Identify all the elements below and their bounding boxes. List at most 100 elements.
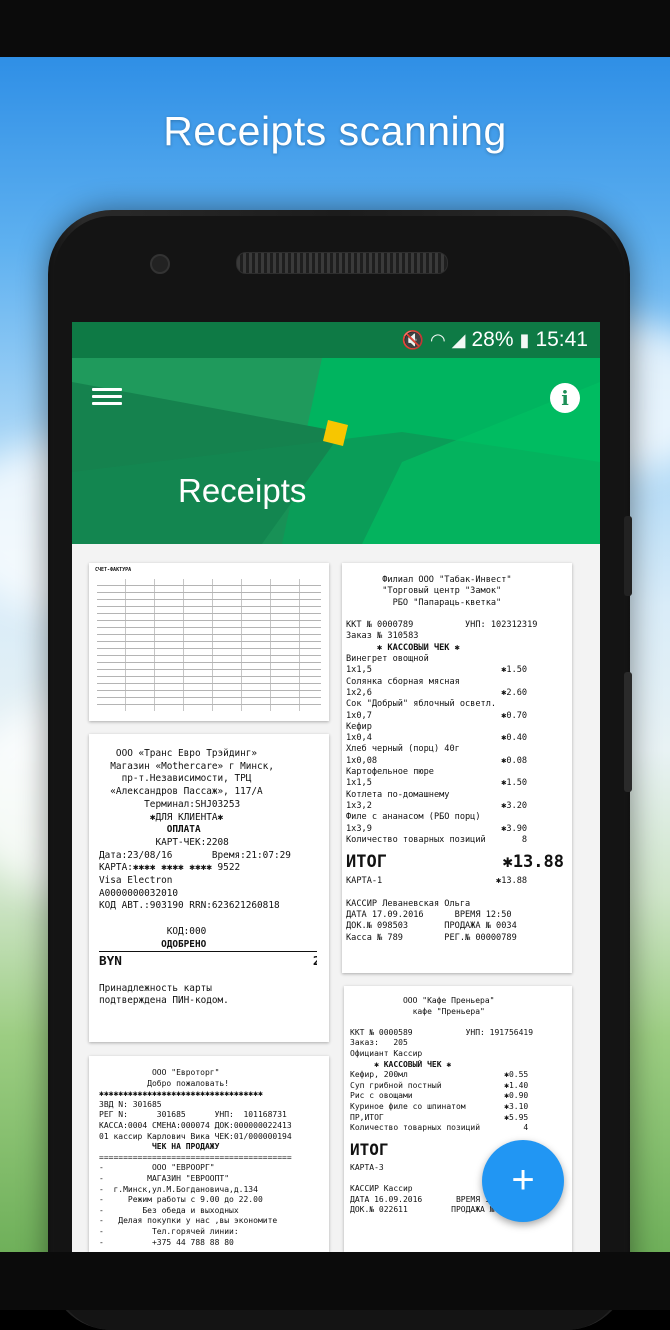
receipt-line: кафе "Преньера" xyxy=(350,1006,485,1016)
receipt-text: Филиал ООО "Табак-Инвест" "Торговый цент… xyxy=(346,567,568,846)
info-button[interactable]: i xyxy=(550,383,580,413)
receipt-line: 1x2,6 ✱2.60 xyxy=(346,687,528,698)
receipt-line: 1x0,08 ✱0.08 xyxy=(346,755,528,766)
receipt-line: - Делая покупки у нас ,вы экономите xyxy=(99,1216,278,1226)
receipt-card[interactable]: СЧЁТ-ФАКТУРА xyxy=(89,563,329,721)
receipt-line: Терминал:SHJ03253 xyxy=(99,798,241,810)
invoice-table xyxy=(97,579,321,711)
receipt-line: ЧЕК НА ПРОДАЖУ xyxy=(99,1142,220,1152)
total-value: ✱13.88 xyxy=(502,852,564,873)
receipt-line: 1x0,4 ✱0.40 xyxy=(346,733,528,744)
app-bar: 🔇 ◠ ◢ 28% ▮ 15:41 i Receipts xyxy=(72,322,600,544)
receipt-line: 1x3,9 ✱3.90 xyxy=(346,823,528,834)
receipt-line: ООО "Евроторг" xyxy=(99,1068,220,1077)
receipt-line: Количество товарных позиций 8 xyxy=(346,834,528,845)
receipt-image: ООО "Евроторг" Добро пожаловать! ✱✱✱✱✱✱✱✱… xyxy=(99,1060,325,1248)
receipt-line: 1x1,5 ✱1.50 xyxy=(346,665,528,676)
receipt-line: Рис с овощами ✱0.90 xyxy=(350,1091,529,1101)
receipt-line: - Режим работы с 9.00 до 22.00 xyxy=(99,1195,263,1205)
receipt-line: Магазин «Mothercare» г Минск, xyxy=(99,760,274,772)
receipt-line: ДОК.№ 098503 ПРОДАЖА № 0034 xyxy=(346,921,517,932)
receipt-line: ОДОБРЕНО xyxy=(99,938,207,950)
receipt-line: Принадлежность карты xyxy=(99,982,212,994)
mute-icon: 🔇 xyxy=(401,329,424,350)
receipt-line: Котлета по-домашнему xyxy=(346,789,450,800)
total-label: ИТОГ xyxy=(350,1139,389,1159)
receipt-line: Кефир, 200мл ✱0.55 xyxy=(350,1070,529,1080)
app-title: Receipts xyxy=(178,472,307,509)
menu-icon-bar xyxy=(92,388,122,391)
battery-icon: ▮ xyxy=(519,329,530,350)
receipt-line: Заказ № 310583 xyxy=(346,631,419,642)
receipt-line: Хлеб черный (порц) 40г xyxy=(346,744,460,755)
battery-percent: 28% xyxy=(471,328,514,351)
receipt-line xyxy=(99,913,317,926)
receipt-line: ✱ДЛЯ КЛИЕНТА✱ xyxy=(99,811,224,823)
front-camera xyxy=(150,254,170,274)
wifi-icon: ◠ xyxy=(429,329,446,350)
receipt-line: СЧЁТ-ФАКТУРА xyxy=(95,567,132,573)
receipt-line: BYN 20,48 xyxy=(99,951,317,970)
receipt-line: - г.Минск,ул.М.Богдановича,д.134 xyxy=(99,1184,258,1194)
receipt-line: Суп грибной постный ✱1.40 xyxy=(350,1080,529,1090)
receipt-card[interactable]: Филиал ООО "Табак-Инвест" "Торговый цент… xyxy=(342,563,572,973)
promo-headline: Receipts scanning xyxy=(163,108,507,154)
receipt-line xyxy=(346,887,568,898)
receipt-line: Касса № 789 РЕГ.№ 00000789 xyxy=(346,932,517,943)
receipt-line: 1x1,5 ✱1.50 xyxy=(346,778,528,789)
receipt-line: ✱ КАССОВЫЙ ЧЕК ✱ xyxy=(346,642,460,653)
receipt-image: Филиал ООО "Табак-Инвест" "Торговый цент… xyxy=(346,567,568,969)
status-icons: 🔇 ◠ ◢ 28% ▮ 15:41 xyxy=(402,326,588,354)
receipt-line xyxy=(346,609,568,620)
receipt-line: пр-т.Независимости, ТРЦ xyxy=(99,773,252,785)
receipt-line: Сок "Добрый" яблочный осветл. xyxy=(346,699,497,710)
receipt-line: «Александров Пассаж», 117/А xyxy=(99,786,263,798)
receipt-line: ЗВД N: 301685 xyxy=(99,1099,162,1109)
receipt-line: КАССА:0004 СМЕНА:000074 ДОК:000000022413 xyxy=(99,1120,292,1130)
receipt-line: "Торговый центр "Замок" xyxy=(346,586,502,597)
receipt-line xyxy=(99,970,317,983)
receipt-text: ООО «Транс Евро Трэйдинг» Магазин «Mothe… xyxy=(99,738,317,1008)
receipt-total-row: ИТОГ ✱13.88 xyxy=(346,852,568,872)
phone-volume-button xyxy=(624,672,632,792)
receipt-line: 01 кассир Карлович Вика ЧЕК:01/000000194 xyxy=(99,1131,292,1141)
receipt-line: ОПЛАТА xyxy=(99,824,201,836)
receipt-line xyxy=(350,1017,568,1028)
receipt-line: КАРТА-1 ✱13.88 xyxy=(346,876,528,887)
status-bar: 🔇 ◠ ◢ 28% ▮ 15:41 xyxy=(72,322,600,358)
total-label: ИТОГ xyxy=(346,852,387,873)
menu-icon-bar xyxy=(92,402,122,405)
receipt-line: РБО "Папараць-кветка" xyxy=(346,597,502,608)
receipt-line: КАРТ-ЧЕК:2208 xyxy=(99,836,229,848)
receipt-line: - Без обеда и выходных xyxy=(99,1205,239,1215)
receipt-line: Картофельное пюре xyxy=(346,767,434,778)
menu-icon-bar xyxy=(92,395,122,398)
receipt-line: КАССИР Леваневская Ольга xyxy=(346,898,471,909)
receipt-line: ======================================== xyxy=(99,1152,292,1162)
receipt-image: ООО «Транс Евро Трэйдинг» Магазин «Mothe… xyxy=(99,738,317,1038)
add-receipt-button[interactable]: + xyxy=(482,1140,564,1222)
receipt-line: ККТ № 0000589 УНП: 191756419 xyxy=(350,1027,534,1037)
receipt-line: ООО «Транс Евро Трэйдинг» xyxy=(99,748,258,759)
receipt-line: Кефир xyxy=(346,721,372,732)
receipt-line: ✱ КАССОВЫЙ ЧЕК ✱ xyxy=(350,1059,452,1069)
receipt-line: ККТ № 0000789 УНП: 102312319 xyxy=(346,620,538,631)
receipt-line: ✱✱✱✱✱✱✱✱✱✱✱✱✱✱✱✱✱✱✱✱✱✱✱✱✱✱✱✱✱✱✱✱✱✱ xyxy=(99,1089,263,1099)
receipt-card[interactable]: ООО "Евроторг" Добро пожаловать! ✱✱✱✱✱✱✱✱… xyxy=(89,1056,329,1252)
receipt-line: подтверждена ПИН-кодом. xyxy=(99,995,229,1007)
receipt-line: ДАТА 17.09.2016 ВРЕМЯ 12:50 xyxy=(346,910,512,921)
receipt-text: ООО "Кафе Преньера" кафе "Преньера" ККТ … xyxy=(350,990,568,1134)
receipt-line: Visa Electron xyxy=(99,875,173,887)
receipt-image: СЧЁТ-ФАКТУРА xyxy=(95,567,323,717)
hamburger-menu-button[interactable] xyxy=(92,384,122,410)
receipt-line: Официант Кассир xyxy=(350,1048,423,1058)
receipt-line: КОД:000 xyxy=(99,925,207,937)
receipt-card[interactable]: ООО «Транс Евро Трэйдинг» Магазин «Mothe… xyxy=(89,734,329,1042)
system-bottom-bar xyxy=(0,1252,670,1310)
receipt-line: Заказ: 205 xyxy=(350,1038,408,1048)
receipt-line: - МАГАЗИН "ЕВРООПТ" xyxy=(99,1173,230,1183)
receipt-line: Добро пожаловать! xyxy=(99,1078,230,1088)
receipt-text: ООО "Евроторг" Добро пожаловать! ✱✱✱✱✱✱✱✱… xyxy=(99,1060,325,1248)
receipt-line: Винегрет овощной xyxy=(346,654,429,665)
receipt-line: Количество товарных позиций 4 xyxy=(350,1123,529,1133)
